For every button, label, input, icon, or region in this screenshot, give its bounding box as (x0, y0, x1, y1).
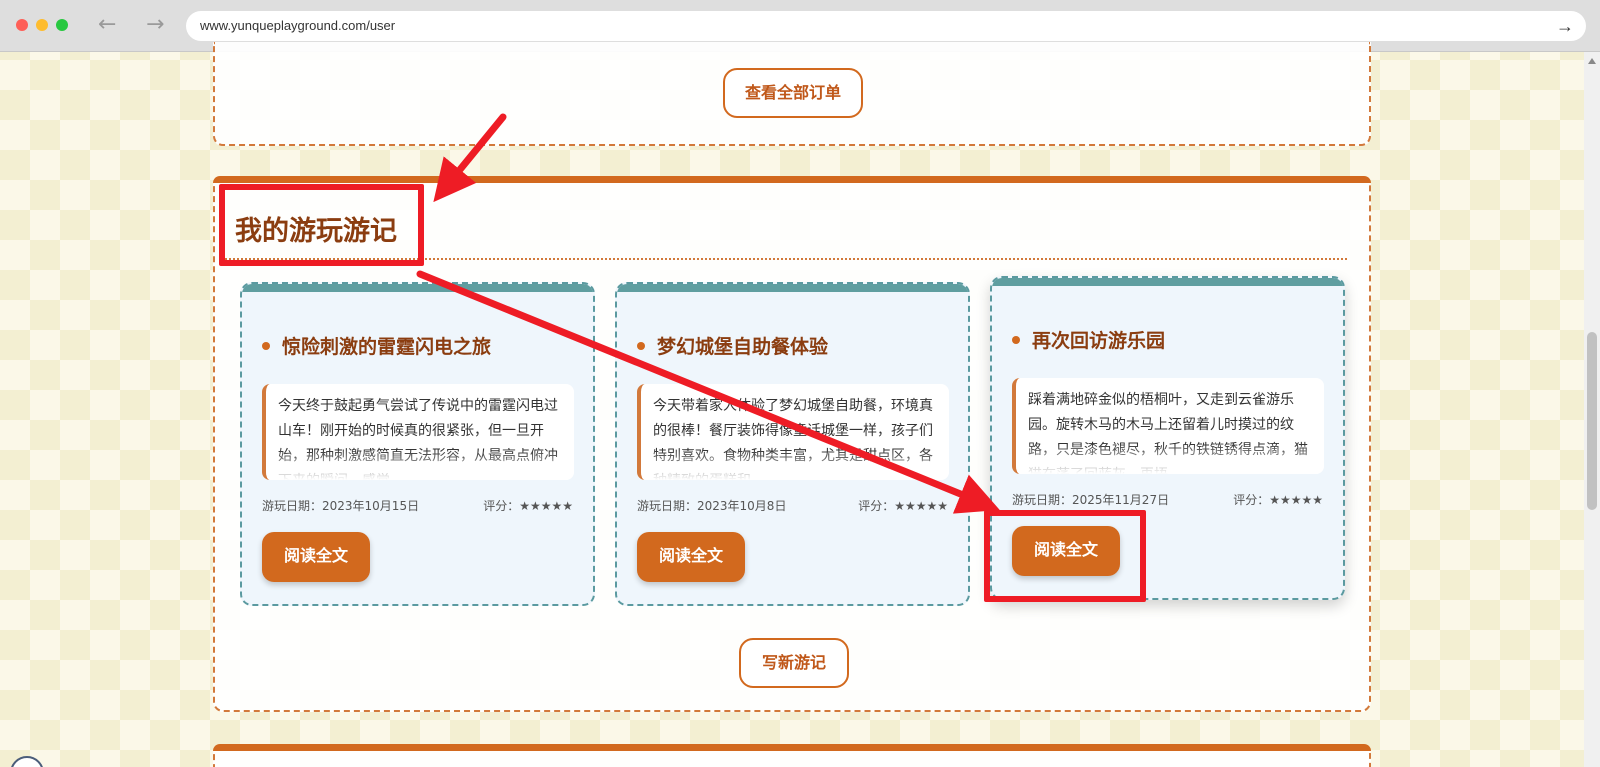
minimize-window-icon[interactable] (36, 19, 48, 31)
section-top-strip (213, 176, 1371, 183)
card-title: 惊险刺激的雷霆闪电之旅 (262, 332, 491, 359)
scroll-up-icon[interactable] (1588, 58, 1596, 64)
forward-arrow-icon[interactable]: → (146, 12, 164, 38)
rating: 评分：★★★★★ (1233, 493, 1323, 507)
journal-card: 惊险刺激的雷霆闪电之旅 今天终于鼓起勇气尝试了传说中的雷霆闪电过山车！刚开始的时… (240, 282, 595, 606)
card-excerpt: 今天带着家人体验了梦幻城堡自助餐，环境真的很棒！餐厅装饰得像童话城堡一样，孩子们… (637, 384, 949, 480)
visit-date: 游玩日期：2025年11月27日 (1012, 493, 1170, 507)
rating: 评分：★★★★★ (858, 499, 948, 513)
page-scrollbar[interactable] (1584, 52, 1600, 767)
card-top-strip (617, 284, 968, 292)
visit-date: 游玩日期：2023年10月15日 (262, 499, 420, 513)
bullet-icon (262, 341, 270, 350)
view-all-orders-button[interactable]: 查看全部订单 (723, 68, 863, 118)
card-meta: 游玩日期：2023年10月15日 评分：★★★★★ (262, 497, 573, 514)
annotation-highlight-box (984, 510, 1146, 602)
write-new-journal-button[interactable]: 写新游记 (739, 638, 849, 688)
bullet-icon (1012, 335, 1020, 344)
card-excerpt: 今天终于鼓起勇气尝试了传说中的雷霆闪电过山车！刚开始的时候真的很紧张，但一旦开始… (262, 384, 574, 480)
read-full-button[interactable]: 阅读全文 (262, 532, 370, 582)
back-arrow-icon[interactable]: ← (98, 12, 116, 38)
rating: 评分：★★★★★ (483, 499, 573, 513)
visit-date: 游玩日期：2023年10月8日 (637, 499, 787, 513)
close-window-icon[interactable] (16, 19, 28, 31)
address-bar[interactable]: www.yunqueplayground.com/user → (186, 11, 1586, 41)
next-section (213, 744, 1371, 767)
maximize-window-icon[interactable] (56, 19, 68, 31)
card-excerpt: 踩着满地碎金似的梧桐叶，又走到云雀游乐园。旋转木马的木马上还留着儿时摸过的纹路，… (1012, 378, 1324, 474)
card-title: 梦幻城堡自助餐体验 (637, 332, 828, 359)
orders-section: 查看全部订单 (213, 42, 1371, 146)
card-top-strip (992, 278, 1343, 286)
go-arrow-icon[interactable]: → (1556, 11, 1574, 41)
url-text: www.yunqueplayground.com/user (200, 18, 396, 33)
annotation-highlight-box (219, 184, 424, 266)
avatar[interactable] (10, 756, 44, 767)
card-meta: 游玩日期：2023年10月8日 评分：★★★★★ (637, 497, 948, 514)
read-full-button[interactable]: 阅读全文 (637, 532, 745, 582)
scroll-thumb[interactable] (1587, 332, 1597, 510)
section-top-strip (213, 744, 1371, 751)
bullet-icon (637, 341, 645, 350)
card-meta: 游玩日期：2025年11月27日 评分：★★★★★ (1012, 491, 1323, 508)
card-top-strip (242, 284, 593, 292)
journal-card: 梦幻城堡自助餐体验 今天带着家人体验了梦幻城堡自助餐，环境真的很棒！餐厅装饰得像… (615, 282, 970, 606)
card-title: 再次回访游乐园 (1012, 326, 1165, 353)
